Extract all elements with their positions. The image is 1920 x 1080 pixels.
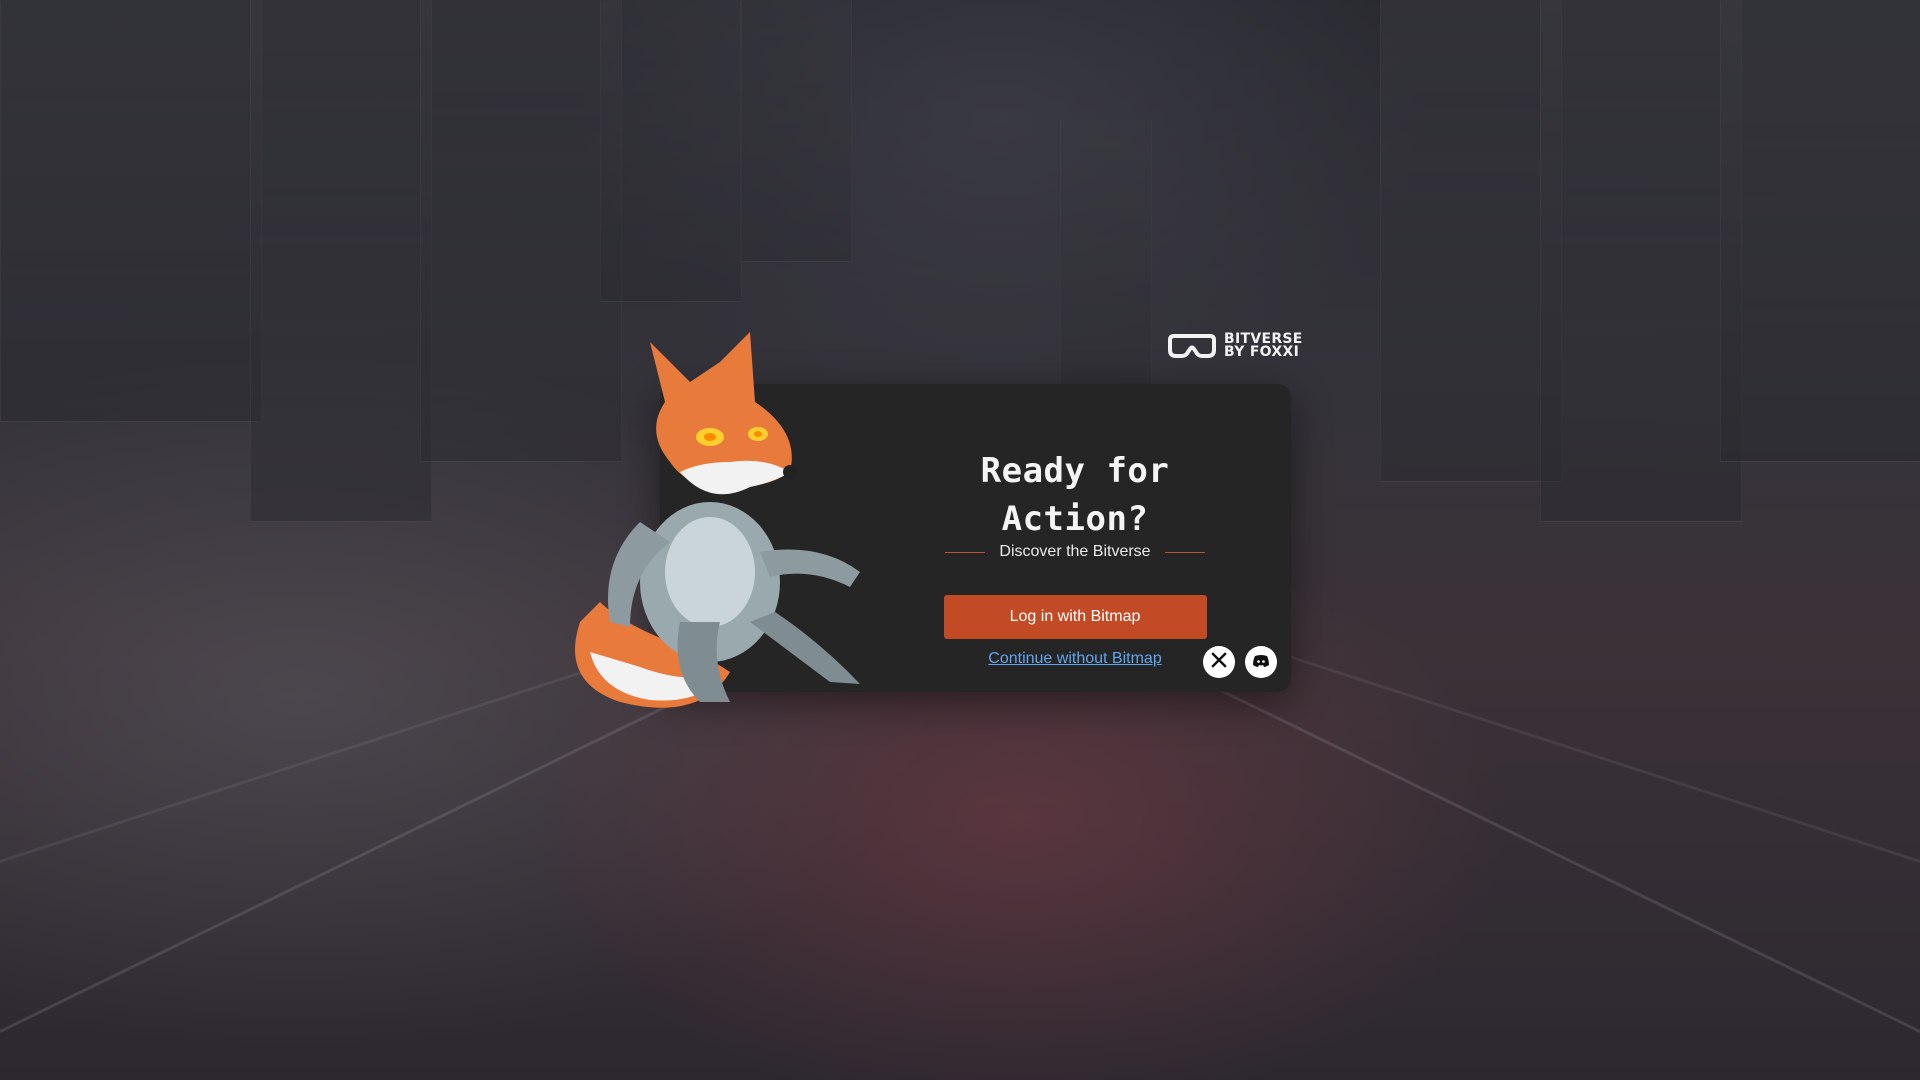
login-bitmap-button[interactable]: Log in with Bitmap: [943, 595, 1207, 639]
robot-fox-mascot: [560, 322, 920, 712]
social-links: [1203, 646, 1277, 678]
discord-link[interactable]: [1245, 646, 1277, 678]
subtitle-divider-left: [945, 551, 986, 553]
brand-line-2: BY FOXXI: [1224, 344, 1300, 360]
x-link[interactable]: [1203, 646, 1235, 678]
discord-icon: [1252, 653, 1270, 672]
x-icon: [1211, 652, 1227, 672]
page-title: Ready for Action?: [980, 451, 1170, 539]
subtitle-divider-right: [1164, 551, 1205, 553]
subtitle: Discover the Bitverse: [999, 543, 1151, 560]
brand-name: BITVERSE BY FOXXI: [1224, 332, 1303, 360]
bitverse-logo-icon: [1168, 332, 1216, 360]
brand-logo: BITVERSE BY FOXXI: [1168, 332, 1303, 360]
continue-without-bitmap-link[interactable]: Continue without Bitmap: [988, 650, 1161, 668]
subtitle-row: Discover the Bitverse: [915, 543, 1235, 561]
login-content: Ready for Action? Discover the Bitverse …: [915, 447, 1235, 668]
